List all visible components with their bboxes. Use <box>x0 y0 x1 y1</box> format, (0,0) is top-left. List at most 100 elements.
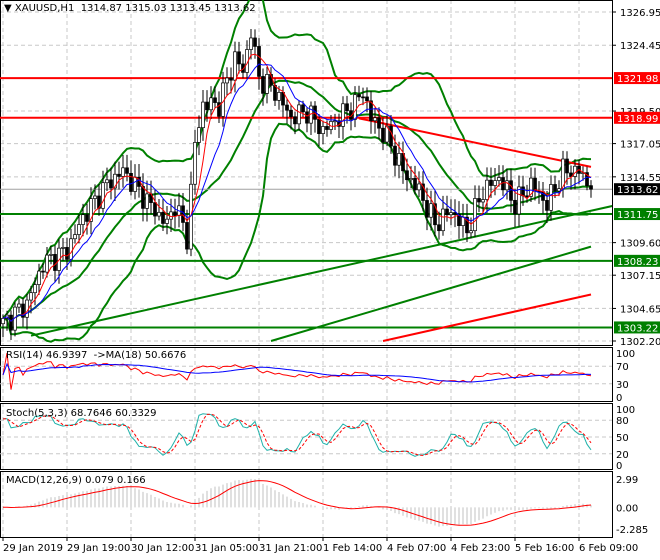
candle <box>253 37 257 47</box>
candle <box>321 126 325 134</box>
candle <box>9 314 13 331</box>
chart-header: ▼ XAUUSD,H1 1314.87 1315.03 1313.45 1313… <box>4 3 256 14</box>
stoch-tick-label: 50 <box>616 433 629 444</box>
candle <box>265 74 269 94</box>
candle <box>505 180 509 191</box>
candle <box>169 211 173 220</box>
candle <box>141 186 145 209</box>
candle <box>425 200 429 218</box>
level-tag-label: 1303.22 <box>617 323 658 334</box>
candle <box>469 230 473 234</box>
candle <box>545 200 549 211</box>
candle <box>473 198 477 232</box>
candle <box>101 182 105 209</box>
candle <box>393 145 397 166</box>
candle <box>185 222 189 250</box>
rsi-header: RSI(14) 46.9397 ->MA(18) 50.6676 <box>6 350 187 361</box>
candle <box>209 97 213 111</box>
candle <box>557 188 561 192</box>
candle <box>205 101 209 111</box>
candle <box>365 96 369 102</box>
candle <box>417 183 421 191</box>
dropdown-arrow-icon[interactable]: ▼ <box>4 3 15 14</box>
candle <box>33 284 37 294</box>
candle <box>353 94 357 120</box>
level-tag-label: 1318.99 <box>617 114 658 125</box>
level-tag-label: 1321.98 <box>617 74 658 85</box>
candle <box>481 199 485 203</box>
candle <box>257 46 261 77</box>
stoch-tick-label: 0 <box>616 461 622 472</box>
candle <box>77 224 81 235</box>
candle <box>497 177 501 181</box>
candle <box>373 117 377 122</box>
candle <box>81 214 85 225</box>
candle <box>65 247 69 260</box>
candle <box>317 119 321 134</box>
candle <box>361 96 365 99</box>
candle <box>145 193 149 209</box>
candle <box>345 103 349 112</box>
candle <box>49 254 53 256</box>
candle <box>37 270 41 285</box>
bollinger-upper <box>2 0 592 320</box>
symbol-label: XAUUSD,H1 <box>14 3 75 14</box>
candle <box>397 153 401 166</box>
candle <box>521 186 525 197</box>
candle <box>277 92 281 101</box>
price-tick-label: 1302.20 <box>620 337 660 348</box>
candle <box>449 212 453 216</box>
rsi-tick-label: 0 <box>616 393 622 404</box>
candle <box>45 254 49 273</box>
candle <box>489 179 493 186</box>
candle <box>381 127 385 143</box>
candle <box>429 203 433 218</box>
candle <box>1 318 5 325</box>
candle <box>525 195 529 198</box>
time-tick-label: 4 Feb 07:00 <box>387 543 446 554</box>
macd-tick-label: 2.99 <box>616 475 638 486</box>
candle <box>125 167 129 174</box>
price-tick-label: 1304.65 <box>620 304 660 315</box>
time-tick-label: 1 Feb 14:00 <box>323 543 382 554</box>
price-tick-label: 1324.45 <box>620 41 660 52</box>
candle <box>305 111 309 124</box>
candle <box>249 37 253 50</box>
candle <box>233 51 237 81</box>
time-tick-label: 5 Feb 16:00 <box>515 543 574 554</box>
candle <box>69 238 73 260</box>
candle <box>201 101 205 129</box>
candle <box>193 142 197 185</box>
current-price-tag-label: 1313.62 <box>617 185 658 196</box>
price-tick-label: 1314.55 <box>620 173 660 184</box>
candle <box>73 234 77 240</box>
candle <box>161 211 165 224</box>
candle <box>17 303 21 308</box>
candle <box>565 158 569 174</box>
chart-window[interactable]: 1326.951324.451319.501317.051314.551309.… <box>0 0 660 560</box>
candle <box>109 179 113 189</box>
stoch-tick-label: 20 <box>616 450 629 461</box>
candle <box>333 120 337 123</box>
candle <box>301 104 305 113</box>
panel-main <box>0 0 613 346</box>
candle <box>589 185 593 190</box>
trendline <box>382 293 592 342</box>
price-tick-label: 1307.15 <box>620 271 660 282</box>
candle <box>237 51 241 65</box>
level-tag-label: 1308.23 <box>617 257 658 268</box>
candle <box>293 116 297 125</box>
candle <box>297 104 301 125</box>
candle <box>413 178 417 191</box>
candle <box>437 224 441 232</box>
macd-header: MACD(12,26,9) 0.079 0.166 <box>6 475 146 486</box>
candle <box>285 104 289 111</box>
candle <box>173 211 177 216</box>
candle <box>553 184 557 192</box>
candle <box>409 178 413 181</box>
candle <box>445 208 449 216</box>
time-tick-label: 31 Jan 21:00 <box>259 543 322 554</box>
candle <box>229 77 233 81</box>
time-tick-label: 31 Jan 05:00 <box>195 543 258 554</box>
candle <box>25 299 29 318</box>
